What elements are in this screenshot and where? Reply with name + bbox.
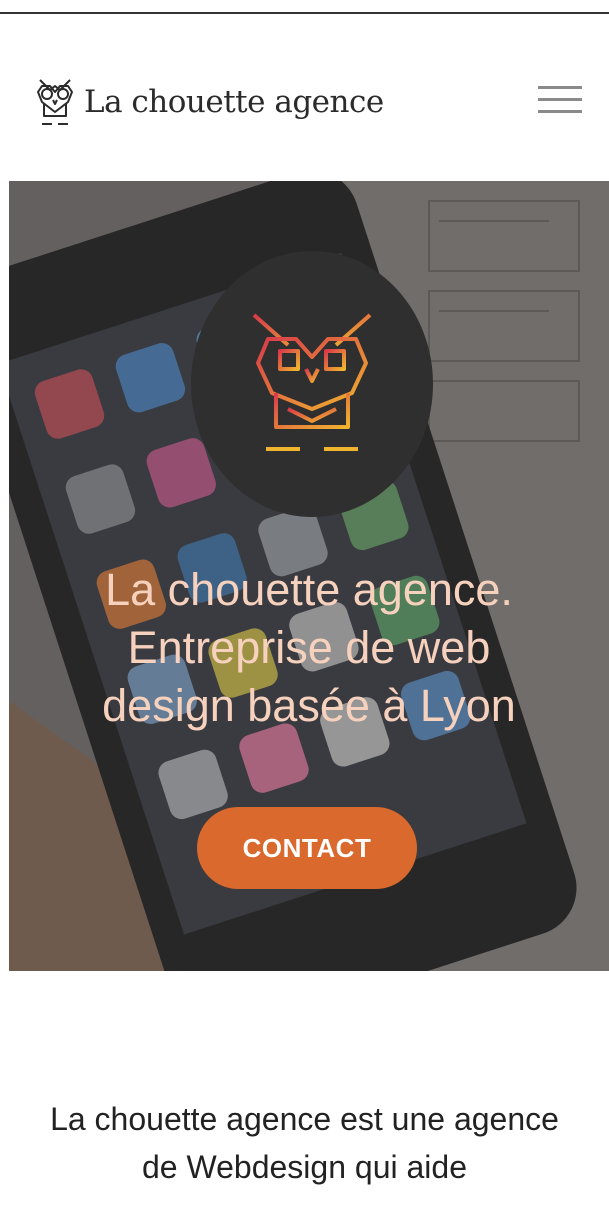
intro-text-line: La chouette agence est une agence xyxy=(50,1101,559,1137)
hero-title-line: Entreprise de web xyxy=(127,622,491,673)
owl-emblem xyxy=(191,251,433,517)
hamburger-menu-icon[interactable] xyxy=(538,86,582,114)
hero-section: La chouette agence. Entreprise de web de… xyxy=(9,181,609,971)
navbar: La chouette agence xyxy=(0,60,609,140)
owl-icon xyxy=(252,313,372,451)
owl-logo-icon xyxy=(37,79,73,125)
top-divider xyxy=(0,12,609,14)
hero-title-line: La chouette agence. xyxy=(105,564,513,615)
intro-text: La chouette agence est une agence de Web… xyxy=(0,1095,609,1191)
brand-name: La chouette agence xyxy=(84,84,384,120)
intro-text-line: de Webdesign qui aide xyxy=(142,1149,467,1185)
brand-link[interactable]: La chouette agence xyxy=(32,72,384,132)
contact-button[interactable]: CONTACT xyxy=(197,807,417,889)
hero-title: La chouette agence. Entreprise de web de… xyxy=(9,561,609,735)
hero-title-line: design basée à Lyon xyxy=(102,680,516,731)
